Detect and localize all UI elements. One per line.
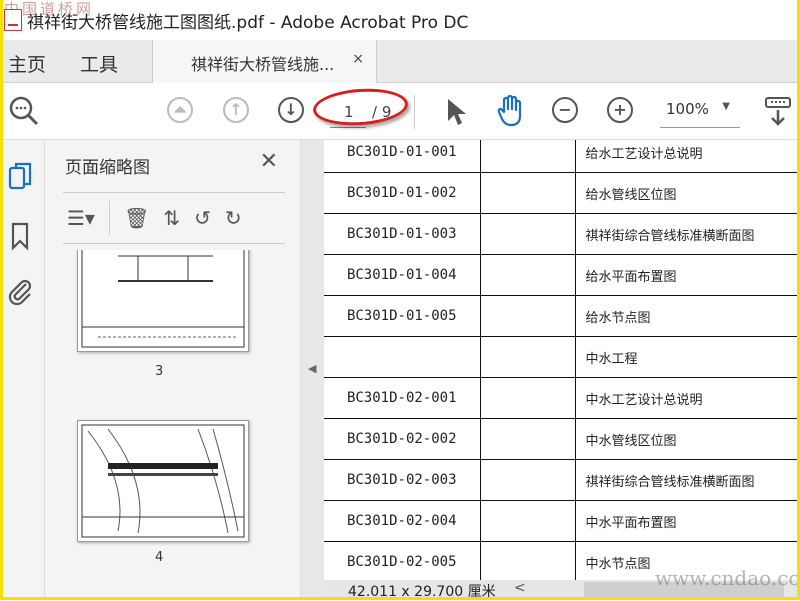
table-row: BC301D-01-004 给水平面布置图 xyxy=(324,254,800,296)
empty-cell xyxy=(479,418,576,460)
drawing-name: 给水工艺设计总说明 xyxy=(574,140,800,173)
rotate-right-icon[interactable]: ↻ xyxy=(225,206,242,230)
drawing-name: 祺祥街综合管线标准横断面图 xyxy=(574,213,800,255)
select-cursor-icon[interactable] xyxy=(445,97,467,127)
empty-cell xyxy=(479,213,576,255)
thumbnails-panel: 页面缩略图 ✕ ☰▾ 🗑 ⇅ ↺ ↻ 3 4 ︿ ﹀ xyxy=(45,140,338,600)
drawing-name: 中水工程 xyxy=(574,336,800,378)
empty-cell xyxy=(479,336,576,378)
drawing-code: BC301D-02-005 xyxy=(324,541,481,580)
search-icon[interactable] xyxy=(8,95,40,127)
zoom-in-icon[interactable]: + xyxy=(607,97,633,123)
table-row: BC301D-01-002 给水管线区位图 xyxy=(324,172,800,214)
thumbnail-page-4[interactable] xyxy=(77,420,249,542)
empty-cell xyxy=(479,500,576,542)
drawing-code: BC301D-02-004 xyxy=(324,500,481,542)
hand-tool-icon[interactable] xyxy=(496,94,526,128)
drawing-name: 给水平面布置图 xyxy=(574,254,800,296)
drawing-code: BC301D-01-004 xyxy=(324,254,481,296)
thumbnail-page-3[interactable] xyxy=(77,250,249,352)
drawing-name: 给水节点图 xyxy=(574,295,800,337)
drawing-code: BC301D-01-001 xyxy=(324,140,481,173)
collapse-panel-handle[interactable]: ◀ xyxy=(300,140,324,600)
drawing-code xyxy=(324,336,481,378)
insert-page-icon[interactable]: ⇅ xyxy=(163,206,180,230)
thumbnail-list: 3 4 xyxy=(45,250,275,600)
drawing-name: 中水工艺设计总说明 xyxy=(574,377,800,419)
drawing-code: BC301D-01-003 xyxy=(324,213,481,255)
chevron-down-icon: ▼ xyxy=(722,101,730,112)
empty-cell xyxy=(479,541,576,580)
empty-cell xyxy=(479,172,576,214)
table-row: BC301D-01-003 祺祥街综合管线标准横断面图 xyxy=(324,213,800,255)
table-row: BC301D-01-005 给水节点图 xyxy=(324,295,800,337)
empty-cell xyxy=(479,254,576,296)
watermark-bottom: www.cndao.com xyxy=(655,566,800,590)
previous-page-icon[interactable]: ↑ xyxy=(223,97,249,123)
zoom-level-select[interactable]: 100% ▼ xyxy=(660,100,740,128)
panel-title: 页面缩略图 xyxy=(65,158,150,178)
panel-toolbar: ☰▾ 🗑 ⇅ ↺ ↻ xyxy=(63,192,285,244)
drawing-code: BC301D-02-003 xyxy=(324,459,481,501)
drawing-name: 中水管线区位图 xyxy=(574,418,800,460)
navigation-icon-strip xyxy=(0,140,45,600)
drawing-code: BC301D-02-001 xyxy=(324,377,481,419)
document-view: BC301D-01-001 给水工艺设计总说明 BC301D-01-002 给水管线区… xyxy=(324,140,800,580)
attachments-icon[interactable] xyxy=(6,276,34,306)
thumbnail-label: 4 xyxy=(155,550,164,565)
zoom-out-icon[interactable]: − xyxy=(552,97,578,123)
drawing-code: BC301D-01-002 xyxy=(324,172,481,214)
tab-home[interactable]: 主页 xyxy=(8,50,46,77)
close-tab-icon[interactable]: × xyxy=(352,51,364,67)
thumbnail-label: 3 xyxy=(155,364,164,379)
page-display-icon[interactable] xyxy=(764,96,792,128)
bookmarks-icon[interactable] xyxy=(10,222,30,250)
empty-cell xyxy=(479,377,576,419)
rotate-left-icon[interactable]: ↺ xyxy=(194,206,211,230)
page-dimensions: 42.011 x 29.700 厘米 xyxy=(348,584,496,600)
delete-page-icon[interactable]: 🗑 xyxy=(124,206,149,230)
table-row: BC301D-02-001 中水工艺设计总说明 xyxy=(324,377,800,419)
tab-bar: 主页 工具 祺祥街大桥管线施... × xyxy=(0,40,800,83)
tab-document[interactable]: 祺祥街大桥管线施... × xyxy=(152,40,377,83)
table-row: 中水工程 xyxy=(324,336,800,378)
collapse-left-icon: ◀ xyxy=(308,362,317,375)
empty-cell xyxy=(479,140,576,173)
scroll-left-icon[interactable]: < xyxy=(514,580,526,596)
zoom-level-value: 100% xyxy=(666,100,709,118)
drawing-code: BC301D-02-002 xyxy=(324,418,481,460)
tab-document-label: 祺祥街大桥管线施... xyxy=(191,55,335,74)
first-page-icon[interactable]: ⏶ xyxy=(167,97,193,123)
acrobat-pdf-icon xyxy=(4,9,22,31)
tab-tools[interactable]: 工具 xyxy=(80,50,118,77)
empty-cell xyxy=(479,459,576,501)
thumbnail-options-icon[interactable]: ☰▾ xyxy=(67,206,95,230)
drawing-name: 祺祥街综合管线标准横断面图 xyxy=(574,459,800,501)
table-row: BC301D-02-003 祺祥街综合管线标准横断面图 xyxy=(324,459,800,501)
next-page-icon[interactable]: ↓ xyxy=(278,97,304,123)
drawing-index-table: BC301D-01-001 给水工艺设计总说明 BC301D-01-002 给水管线区… xyxy=(324,140,800,580)
title-bar: 中国道桥网 祺祥街大桥管线施工图图纸.pdf - Adobe Acrobat P… xyxy=(0,0,800,40)
drawing-name: 给水管线区位图 xyxy=(574,172,800,214)
toolbar-divider xyxy=(414,95,415,129)
table-row: BC301D-01-001 给水工艺设计总说明 xyxy=(324,140,800,173)
table-row: BC301D-02-004 中水平面布置图 xyxy=(324,500,800,542)
drawing-code: BC301D-01-005 xyxy=(324,295,481,337)
page-thumbnails-icon[interactable] xyxy=(8,162,34,192)
drawing-name: 中水平面布置图 xyxy=(574,500,800,542)
table-row: BC301D-02-002 中水管线区位图 xyxy=(324,418,800,460)
empty-cell xyxy=(479,295,576,337)
close-panel-icon[interactable]: ✕ xyxy=(260,149,278,174)
